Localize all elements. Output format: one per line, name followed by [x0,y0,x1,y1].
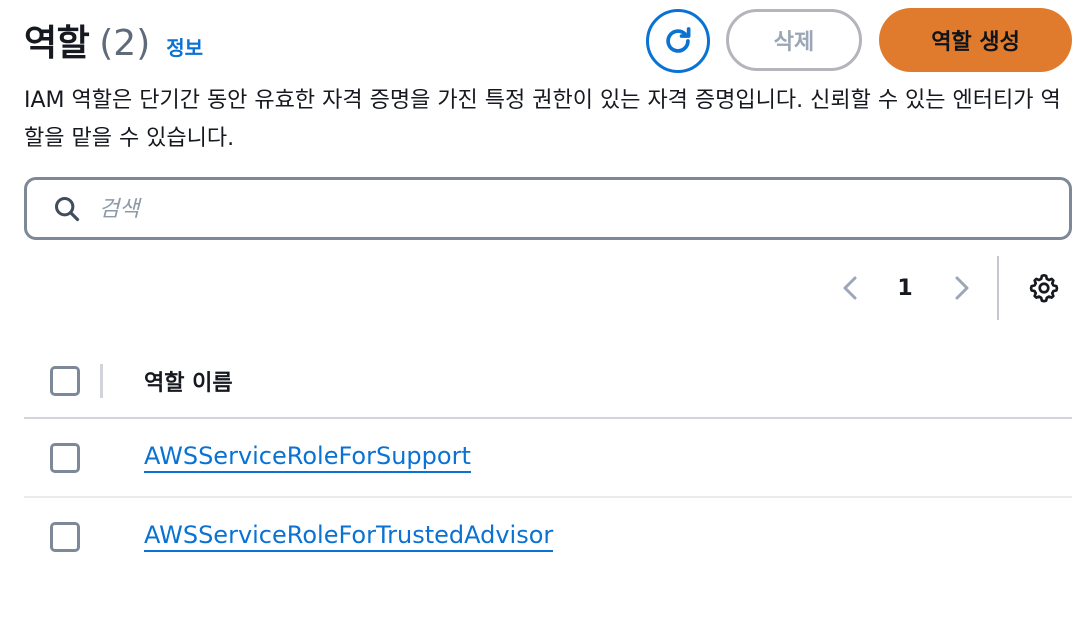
search-icon [51,193,83,225]
role-name-link[interactable]: AWSServiceRoleForTrustedAdvisor [144,520,554,552]
page-header: 역할 (2) 정보 삭제 역할 생성 [24,8,1072,73]
page-description: IAM 역할은 단기간 동안 유효한 자격 증명을 가진 특정 권한이 있는 자… [24,88,1061,151]
column-divider[interactable] [100,364,103,398]
chevron-right-icon[interactable] [948,272,976,304]
pagination: 1 [830,256,1072,320]
refresh-icon [666,27,691,53]
current-page[interactable]: 1 [892,272,918,304]
roles-table: 역할 이름 AWSServiceRoleForSupport AWSServic… [24,342,1072,577]
page-title: 역할 [24,23,90,64]
role-count: (2) [99,23,151,64]
delete-button[interactable]: 삭제 [726,9,862,71]
row-checkbox[interactable] [50,522,80,552]
role-name-link[interactable]: AWSServiceRoleForSupport [144,441,471,473]
create-role-button[interactable]: 역할 생성 [879,8,1072,72]
table-header: 역할 이름 [24,342,1072,419]
table-row: AWSServiceRoleForSupport [24,419,1072,498]
pager-divider [997,256,999,320]
table-row: AWSServiceRoleForTrustedAdvisor [24,498,1072,577]
column-header-role-name[interactable]: 역할 이름 [144,365,233,397]
row-checkbox[interactable] [50,443,80,473]
refresh-button[interactable] [646,9,710,73]
info-link[interactable]: 정보 [166,32,203,61]
search-box[interactable] [24,177,1072,240]
chevron-left-icon[interactable] [836,272,864,304]
search-input[interactable] [97,194,997,223]
title-wrap: 역할 (2) 정보 [24,14,203,66]
select-all-checkbox[interactable] [50,366,80,396]
gear-icon[interactable] [1026,270,1062,306]
